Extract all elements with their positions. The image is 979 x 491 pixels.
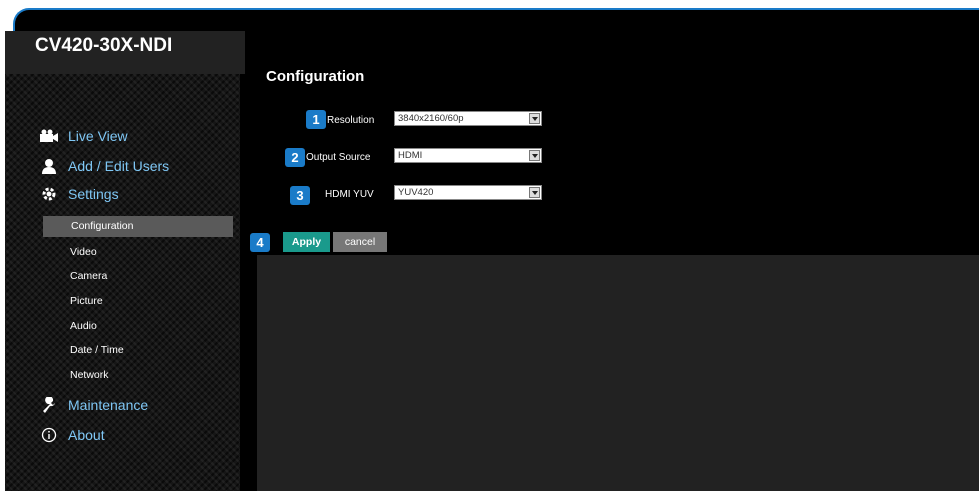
model-name: CV420-30X-NDI [5,31,245,74]
nav-settings[interactable]: Settings [40,184,119,204]
subnav-date-time[interactable]: Date / Time [70,340,124,360]
nav-settings-label: Settings [68,186,119,202]
camera-icon [40,127,58,145]
preview-area [257,255,979,491]
nav-maintenance[interactable]: Maintenance [40,395,148,415]
resolution-label: Resolution [327,115,375,126]
chevron-down-icon[interactable] [529,113,540,124]
page-title: Configuration [266,68,365,85]
output-source-label: Output Source [306,152,371,163]
chevron-down-icon[interactable] [529,187,540,198]
hdmi-yuv-select[interactable]: YUV420 [394,185,542,200]
nav-live-view[interactable]: Live View [40,126,128,146]
user-icon [40,157,58,175]
nav-live-view-label: Live View [68,128,128,144]
output-source-value: HDMI [398,150,423,161]
callout-badge-2: 2 [285,148,305,167]
nav-maintenance-label: Maintenance [68,397,149,413]
subnav-network[interactable]: Network [70,365,109,385]
subnav-picture[interactable]: Picture [70,291,103,311]
nav-add-edit-users-label: Add / Edit Users [68,158,170,174]
subnav-camera[interactable]: Camera [70,266,107,286]
wrench-icon [40,396,58,414]
nav-add-edit-users[interactable]: Add / Edit Users [40,156,169,176]
callout-badge-3: 3 [290,186,310,205]
resolution-select[interactable]: 3840x2160/60p [394,111,542,126]
subnav-audio[interactable]: Audio [70,316,97,336]
apply-button[interactable]: Apply [283,232,330,252]
hdmi-yuv-value: YUV420 [398,187,434,198]
chevron-down-icon[interactable] [529,150,540,161]
info-icon [40,426,58,444]
hdmi-yuv-label: HDMI YUV [325,189,374,200]
cancel-button[interactable]: cancel [333,232,387,252]
resolution-value: 3840x2160/60p [398,113,464,124]
callout-badge-4: 4 [250,233,270,252]
subnav-configuration[interactable]: Configuration [43,216,233,237]
gear-icon [40,185,58,203]
nav-about-label: About [68,427,105,443]
callout-badge-1: 1 [306,110,326,129]
subnav-video[interactable]: Video [70,242,97,262]
output-source-select[interactable]: HDMI [394,148,542,163]
nav-about[interactable]: About [40,425,105,445]
